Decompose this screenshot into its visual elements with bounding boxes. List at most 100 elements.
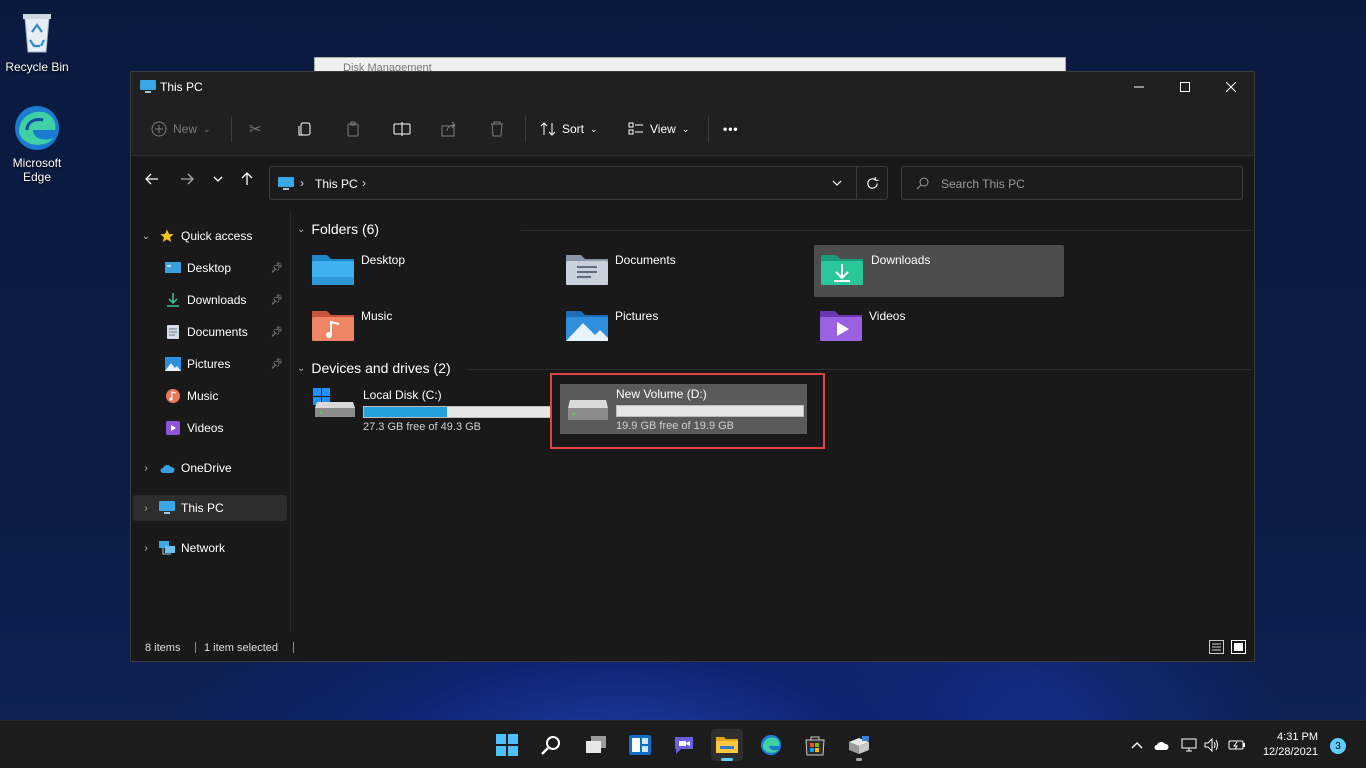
desktop-icon-recycle-bin[interactable]: Recycle Bin (0, 8, 74, 74)
maximize-button[interactable] (1162, 72, 1208, 102)
share-icon (441, 121, 456, 137)
nav-item-pictures[interactable]: Pictures 📌︎ (133, 351, 287, 377)
address-dropdown-button[interactable] (832, 177, 842, 191)
file-explorer-icon (716, 737, 738, 753)
title-bar[interactable]: This PC (131, 72, 1254, 102)
nav-quick-access[interactable]: ⌄ Quick access (133, 223, 287, 249)
tiles-view-button[interactable] (1231, 640, 1246, 657)
chevron-down-icon: ⌄ (297, 223, 306, 235)
search-box[interactable]: Search This PC (901, 166, 1243, 200)
network-icon (159, 540, 175, 556)
share-button[interactable] (441, 116, 457, 142)
plus-circle-icon (151, 121, 167, 137)
details-view-icon (1209, 640, 1224, 654)
nav-item-documents[interactable]: Documents 📌︎ (133, 319, 287, 345)
up-button[interactable] (236, 168, 258, 190)
battery-tray-button[interactable] (1228, 736, 1246, 754)
chevron-right-icon[interactable]: › (139, 543, 153, 554)
forward-button[interactable] (176, 168, 198, 190)
file-explorer-button[interactable] (711, 729, 743, 761)
rename-button[interactable] (393, 116, 411, 142)
folder-tile-desktop[interactable]: Desktop (311, 245, 561, 297)
close-button[interactable] (1208, 72, 1254, 102)
copy-button[interactable] (297, 116, 313, 142)
edge-button[interactable] (755, 729, 787, 761)
toolbar-separator (525, 116, 526, 142)
nav-item-desktop[interactable]: Desktop 📌︎ (133, 255, 287, 281)
nav-label: OneDrive (181, 461, 232, 475)
breadcrumb-this-pc[interactable]: This PC (315, 177, 358, 191)
task-view-button[interactable] (580, 729, 612, 761)
taskbar: 4:31 PM 12/28/2021 3 (0, 720, 1366, 768)
store-button[interactable] (799, 729, 831, 761)
start-button[interactable] (491, 729, 523, 761)
installer-button[interactable] (843, 729, 875, 761)
new-button[interactable]: New ⌄ (151, 116, 211, 142)
folder-tile-downloads[interactable]: Downloads (814, 245, 1064, 297)
navigation-pane: ⌄ Quick access Desktop 📌︎ Downloads 📌︎ D… (131, 205, 289, 632)
address-bar[interactable]: › This PC › (269, 166, 888, 200)
show-hidden-icons-button[interactable] (1128, 736, 1146, 754)
folders-section-header[interactable]: ⌄ Folders (6) (297, 221, 379, 237)
nav-label: Desktop (187, 261, 232, 275)
folder-tile-music[interactable]: Music (311, 301, 561, 353)
selection-count: 1 item selected (204, 642, 278, 654)
nav-item-music[interactable]: Music (133, 383, 287, 409)
paste-button[interactable] (345, 116, 361, 142)
widgets-button[interactable] (624, 729, 656, 761)
trash-icon (491, 121, 503, 137)
view-button[interactable]: View ⌄ (628, 116, 689, 142)
minimize-button[interactable] (1116, 72, 1162, 102)
edge-icon (13, 104, 61, 152)
sort-button[interactable]: Sort ⌄ (540, 116, 598, 142)
chat-button[interactable] (668, 729, 700, 761)
status-bar: 8 items 1 item selected (131, 633, 1254, 661)
folder-tile-documents[interactable]: Documents (565, 245, 815, 297)
music-folder-icon (312, 311, 354, 341)
chat-icon (675, 737, 693, 754)
nav-label: This PC (181, 501, 224, 515)
nav-this-pc[interactable]: › This PC (133, 495, 287, 521)
scissors-icon: ✂ (249, 121, 262, 138)
highlight-box (550, 373, 825, 449)
sort-label: Sort (562, 122, 585, 136)
nav-onedrive[interactable]: › OneDrive (133, 455, 287, 481)
notification-badge[interactable]: 3 (1330, 738, 1346, 754)
nav-network[interactable]: › Network (133, 535, 287, 561)
recent-locations-button[interactable] (207, 168, 229, 190)
downloads-folder-icon (821, 255, 863, 285)
back-button[interactable] (141, 168, 163, 190)
chevron-down-icon[interactable]: ⌄ (139, 231, 153, 242)
tiles-view-icon (1231, 640, 1246, 654)
network-tray-button[interactable] (1180, 736, 1198, 754)
videos-icon (165, 420, 181, 436)
running-indicator (856, 758, 862, 761)
arrow-left-icon (145, 173, 158, 185)
pin-icon: 📌︎ (270, 358, 283, 370)
drives-section-header[interactable]: ⌄ Devices and drives (2) (297, 360, 451, 376)
onedrive-tray-button[interactable] (1152, 736, 1170, 754)
details-view-button[interactable] (1209, 640, 1224, 657)
chevron-right-icon[interactable]: › (139, 503, 153, 514)
folder-tile-videos[interactable]: Videos (819, 301, 1069, 353)
folder-tile-pictures[interactable]: Pictures (565, 301, 815, 353)
nav-item-videos[interactable]: Videos (133, 415, 287, 441)
clock[interactable]: 4:31 PM 12/28/2021 (1263, 730, 1318, 760)
music-icon (165, 388, 181, 404)
desktop-icon-edge[interactable]: Microsoft Edge (0, 104, 74, 184)
drive-tile-c[interactable]: Local Disk (C:) 27.3 GB free of 49.3 GB (311, 385, 561, 439)
store-icon (805, 736, 825, 756)
volume-tray-button[interactable] (1203, 736, 1221, 754)
refresh-button[interactable] (856, 167, 888, 199)
cut-button[interactable]: ✂ (249, 116, 262, 142)
window-title: This PC (160, 80, 203, 94)
toolbar-separator (231, 116, 232, 142)
folder-label: Music (361, 309, 393, 323)
delete-button[interactable] (489, 116, 505, 142)
more-options-button[interactable]: ••• (723, 116, 739, 142)
nav-item-downloads[interactable]: Downloads 📌︎ (133, 287, 287, 313)
nav-label: Pictures (187, 357, 231, 371)
search-button[interactable] (535, 729, 567, 761)
desktop-folder-icon (165, 260, 181, 276)
chevron-right-icon[interactable]: › (139, 463, 153, 474)
